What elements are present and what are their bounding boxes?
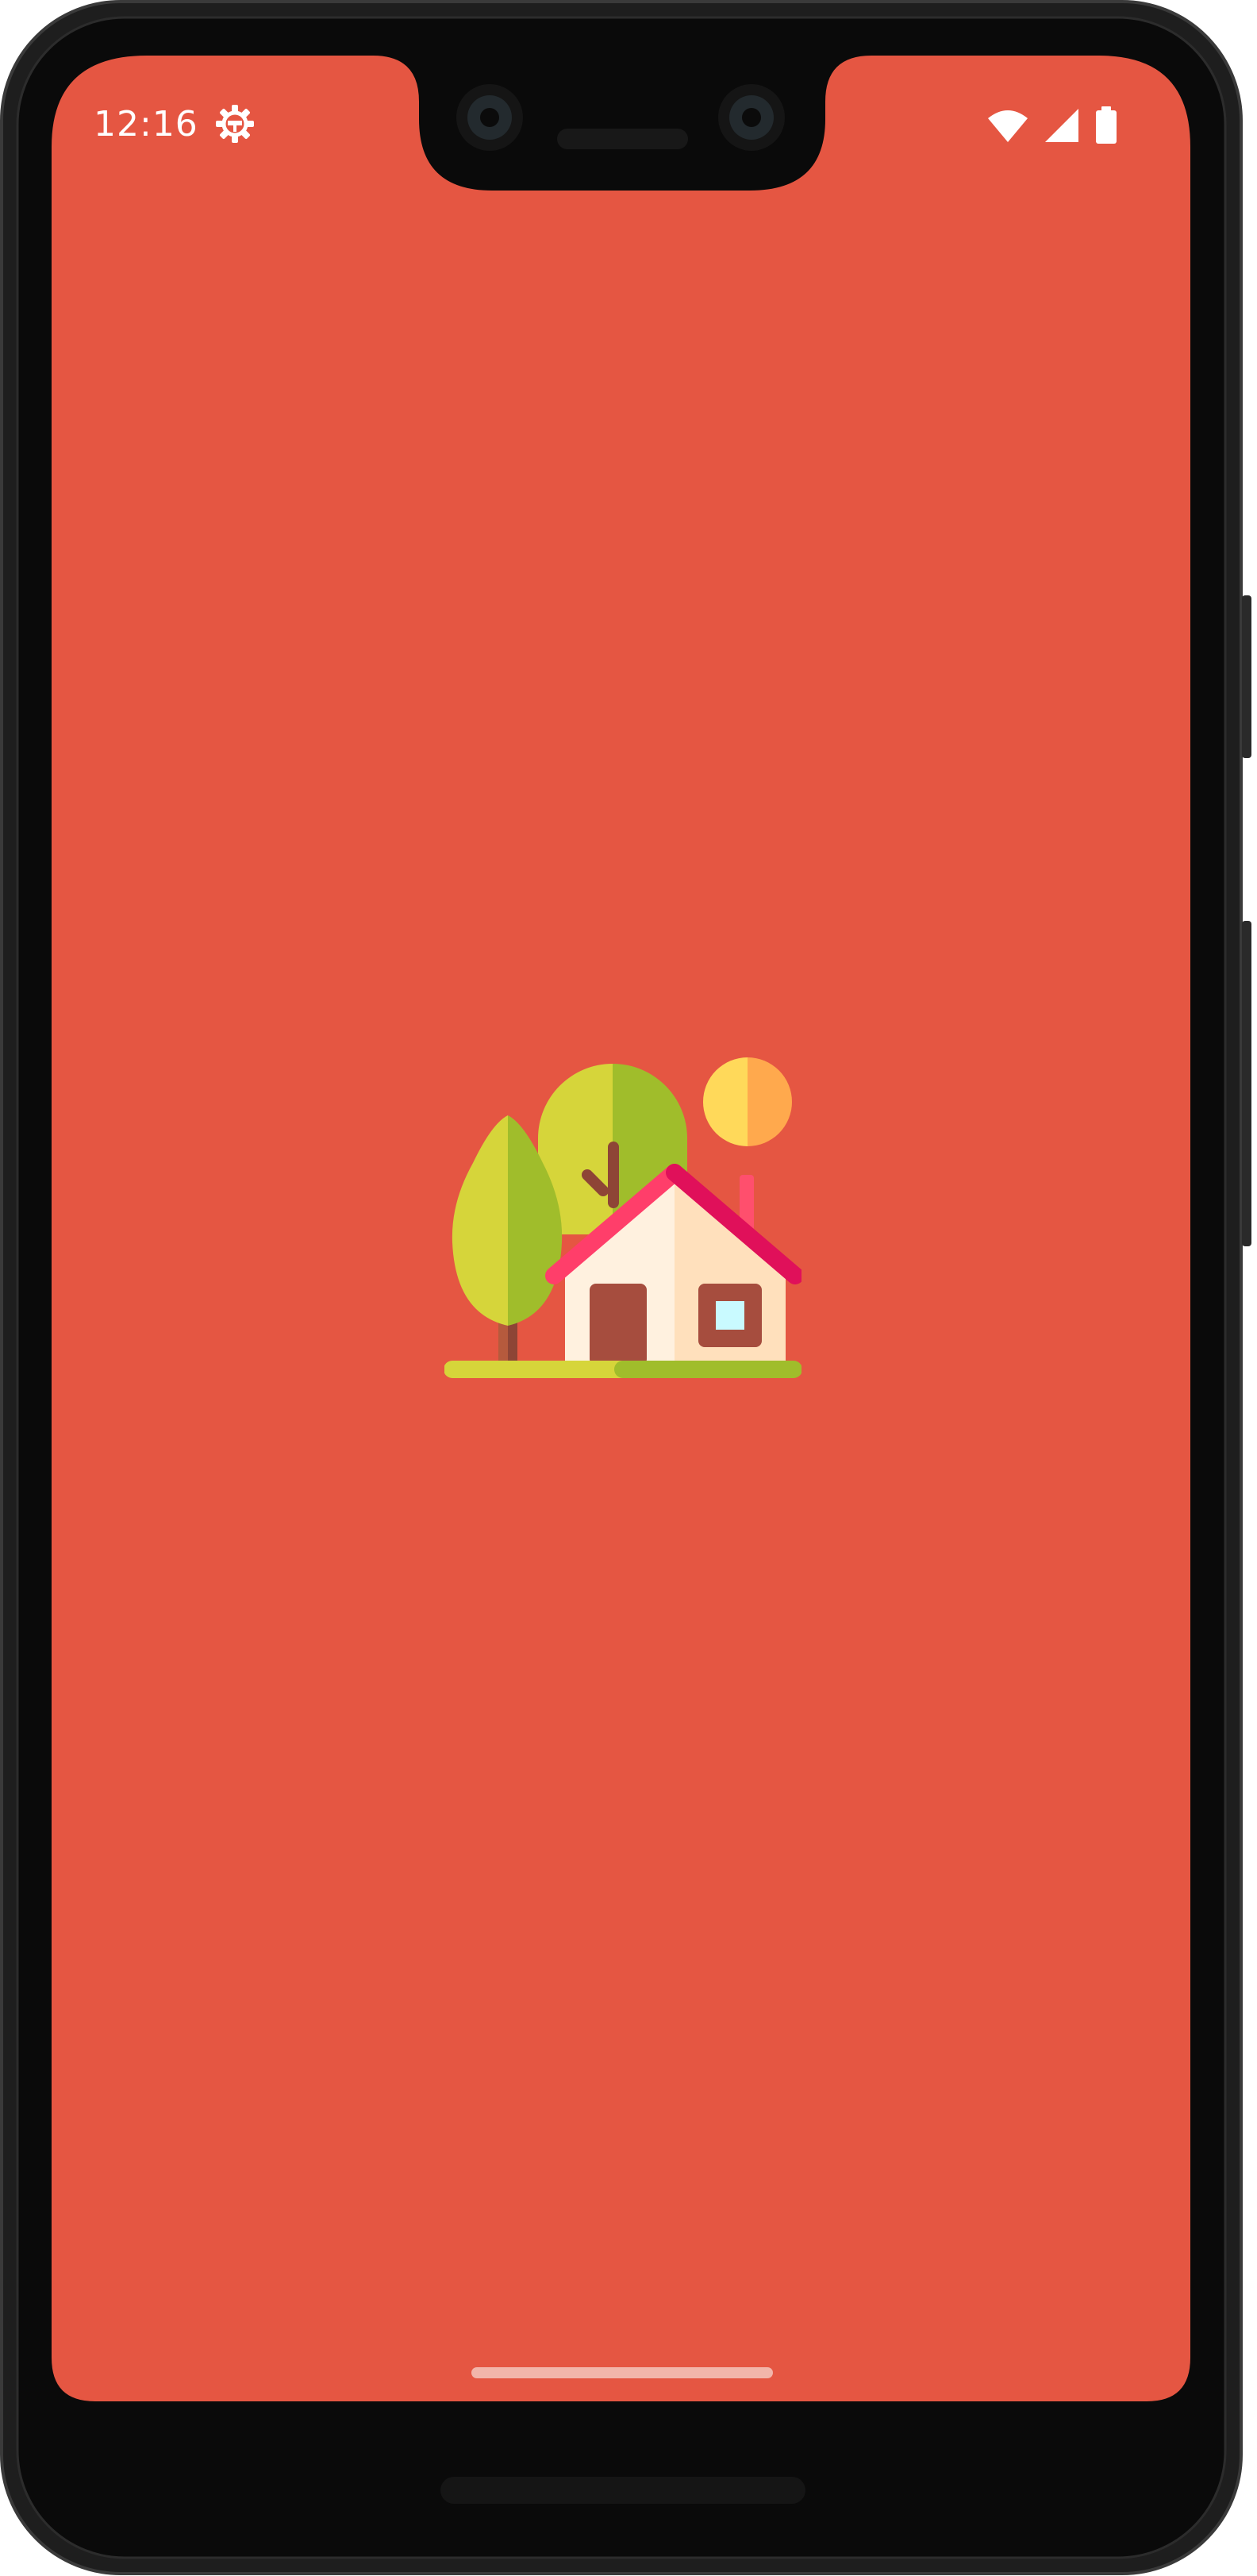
phone-device: 12:16 — [0, 0, 1257, 2576]
power-button[interactable] — [1242, 921, 1251, 1246]
cell-signal-icon — [1044, 107, 1080, 144]
door — [590, 1284, 647, 1365]
volume-button[interactable] — [1242, 595, 1251, 758]
front-camera-right — [718, 84, 785, 151]
home-indicator[interactable] — [471, 2367, 773, 2378]
battery-icon — [1094, 106, 1118, 144]
front-camera-left — [456, 84, 523, 151]
gear-icon — [214, 103, 256, 144]
earpiece-speaker — [557, 129, 688, 149]
status-icons — [986, 103, 1118, 148]
bottom-speaker — [440, 2477, 805, 2504]
house-with-trees-icon — [444, 1057, 801, 1378]
clock: 12:16 — [94, 103, 198, 144]
wifi-icon — [986, 107, 1029, 144]
sun-icon — [703, 1057, 792, 1146]
status-bar: 12:16 — [94, 100, 256, 148]
